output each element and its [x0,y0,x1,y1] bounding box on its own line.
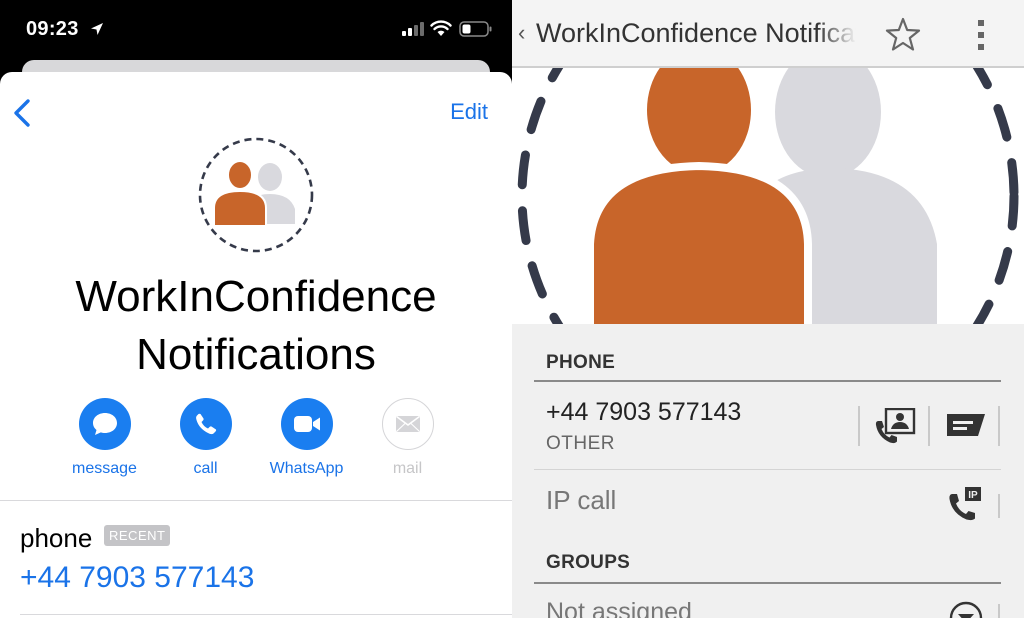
envelope-icon [395,415,420,432]
battery-icon [459,21,492,37]
star-icon[interactable] [884,16,922,54]
phone-type-label: OTHER [546,433,615,454]
message-button[interactable] [78,398,131,450]
message-label: message [72,460,137,477]
back-chevron-icon[interactable] [12,98,32,128]
contact-name-line1: WorkInConfidence [75,272,437,321]
ip-call-label[interactable]: IP call [546,485,616,516]
phone-number-link[interactable]: +44 7903 577143 [20,561,254,595]
contact-photo [512,68,1024,324]
mail-action[interactable]: mail [357,398,458,478]
contact-name: WorkInConfidence Notifications [0,268,512,384]
call-label: call [193,460,218,477]
mail-button[interactable] [381,398,434,450]
edit-button[interactable]: Edit [450,99,488,125]
vertical-separator [998,494,1000,518]
vertical-separator [998,406,1000,446]
phone-icon [195,413,216,435]
android-contact-screen: ‹ WorkInConfidence Notifications PHONE +… [512,0,1024,618]
contact-avatar [198,137,314,253]
action-bar: ‹ WorkInConfidence Notifications [512,0,1024,68]
overflow-menu-icon[interactable] [975,18,987,52]
phone-section-header: PHONE [546,352,616,373]
section-divider [0,500,512,501]
wifi-icon [430,20,452,36]
whatsapp-action[interactable]: WhatsApp [256,398,357,478]
message-action[interactable]: message [54,398,155,478]
call-action[interactable]: call [155,398,256,478]
vertical-separator [998,604,1000,618]
phone-field-label: phone [20,523,93,553]
message-icon[interactable] [946,413,986,439]
ip-call-icon[interactable]: IP [948,486,986,522]
mail-label: mail [392,460,423,477]
recent-badge: RECENT [104,525,171,546]
android-phone-number[interactable]: +44 7903 577143 [546,398,741,427]
message-bubble-icon [92,413,117,435]
dropdown-icon[interactable] [948,600,984,618]
vertical-separator [928,406,930,446]
cellular-signal-icon [402,22,424,36]
whatsapp-label: WhatsApp [269,460,344,477]
ios-contact-screen: 09:23 Edit WorkInConfidence Notification… [0,0,512,618]
groups-section-rule [534,582,1001,584]
ios-status-bar: 09:23 [0,0,512,62]
location-arrow-icon [91,23,103,35]
contact-name-line2: Notifications [136,330,376,379]
contact-title: WorkInConfidence Notifications [536,18,856,48]
contact-card-call-icon[interactable] [874,408,916,446]
whatsapp-button[interactable] [280,398,333,450]
row-divider [534,469,1001,470]
quick-actions: message call WhatsApp mail [54,398,458,478]
call-button[interactable] [179,398,232,450]
svg-text:IP: IP [968,490,978,501]
back-chevron-icon[interactable]: ‹ [518,20,525,46]
groups-section-header: GROUPS [546,552,631,573]
status-time: 09:23 [26,18,79,40]
row-divider [20,614,512,615]
video-icon [293,416,320,432]
vertical-separator [858,406,860,446]
phone-section-rule [534,380,1001,382]
groups-value[interactable]: Not assigned [546,598,692,618]
